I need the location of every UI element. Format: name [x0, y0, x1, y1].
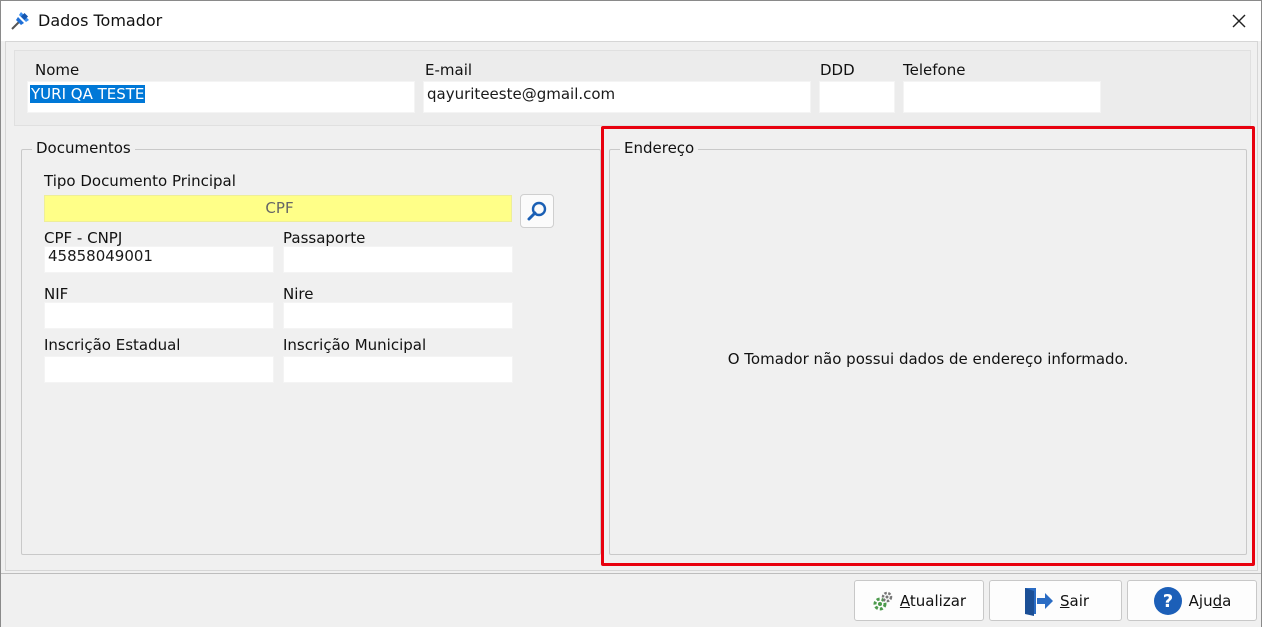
close-button[interactable]: [1217, 1, 1261, 41]
tomador-panel: Nome YURI QA TESTE E-mail qayuriteeste@g…: [14, 50, 1251, 126]
nome-value: YURI QA TESTE: [30, 85, 146, 103]
search-icon: [527, 201, 547, 221]
button-bar: Atualizar Sair ? Ajuda: [1, 573, 1261, 627]
sair-button[interactable]: Sair: [989, 580, 1122, 621]
help-icon: ?: [1153, 586, 1182, 615]
sair-label: Sair: [1059, 591, 1090, 610]
tipo-documento-field[interactable]: CPF: [44, 195, 512, 222]
endereco-groupbox: Endereço O Tomador não possui dados de e…: [609, 139, 1247, 555]
cpf-cnpj-field[interactable]: 45858049001: [44, 246, 274, 273]
tipo-documento-label: Tipo Documento Principal: [44, 172, 236, 190]
email-field[interactable]: qayuriteeste@gmail.com: [423, 81, 811, 113]
passaporte-field[interactable]: [283, 246, 513, 273]
atualizar-button[interactable]: Atualizar: [854, 580, 984, 621]
cpf-cnpj-label: CPF - CNPJ: [44, 229, 123, 247]
close-icon: [1232, 14, 1246, 28]
window-title: Dados Tomador: [38, 11, 163, 30]
telefone-label: Telefone: [903, 61, 966, 79]
endereco-title: Endereço: [620, 139, 699, 157]
nire-label: Nire: [283, 285, 314, 303]
ajuda-button[interactable]: ? Ajuda: [1127, 580, 1257, 621]
nif-label: NIF: [44, 285, 69, 303]
passaporte-label: Passaporte: [283, 229, 366, 247]
dialog-client-area: Nome YURI QA TESTE E-mail qayuriteeste@g…: [5, 41, 1258, 571]
title-bar: Dados Tomador: [1, 1, 1261, 41]
documentos-title: Documentos: [32, 139, 135, 157]
documentos-groupbox: Documentos Tipo Documento Principal CPF …: [21, 139, 601, 555]
exit-door-icon: [1024, 587, 1053, 616]
ddd-field[interactable]: [819, 81, 895, 113]
inscricao-municipal-field[interactable]: [283, 356, 513, 383]
ddd-label: DDD: [820, 61, 855, 79]
email-label: E-mail: [425, 61, 473, 79]
inscricao-municipal-label: Inscrição Municipal: [283, 336, 427, 354]
atualizar-label: Atualizar: [899, 591, 967, 610]
nome-label: Nome: [35, 61, 80, 79]
search-tipo-documento-button[interactable]: [520, 194, 554, 228]
inscricao-estadual-label: Inscrição Estadual: [44, 336, 181, 354]
nome-field[interactable]: YURI QA TESTE: [27, 81, 415, 113]
pushpin-icon: [9, 8, 33, 32]
inscricao-estadual-field[interactable]: [44, 356, 274, 383]
endereco-empty-message: O Tomador não possui dados de endereço i…: [727, 350, 1129, 368]
dados-tomador-window: Dados Tomador Nome YURI QA TESTE E-mail …: [0, 0, 1262, 627]
svg-text:?: ?: [1162, 591, 1172, 612]
ajuda-label: Ajuda: [1188, 591, 1232, 610]
telefone-field[interactable]: [903, 81, 1101, 113]
nire-field[interactable]: [283, 302, 513, 329]
nif-field[interactable]: [44, 302, 274, 329]
gear-icon: [873, 591, 893, 610]
